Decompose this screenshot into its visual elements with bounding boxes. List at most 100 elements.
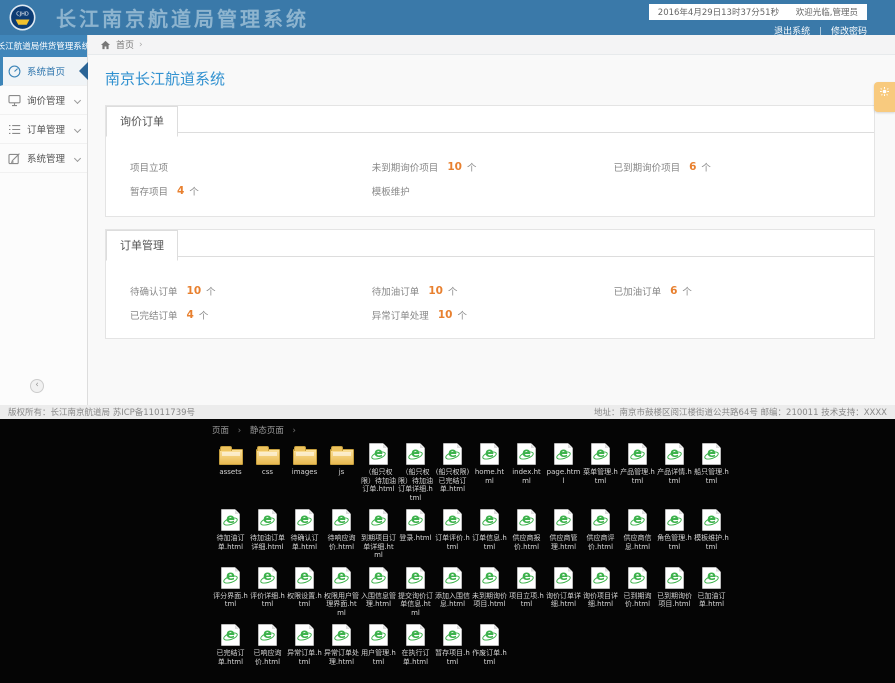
stat-item[interactable]: 未到期询价项目 10 个 (372, 155, 614, 179)
stat-item[interactable]: 异常订单处理 10 个 (372, 303, 614, 327)
file-name: 产品详情.html (657, 468, 692, 485)
file-item[interactable]: e 权限设置.html (286, 567, 323, 618)
file-item[interactable]: e 角色管理.html (656, 509, 693, 560)
file-name: assets (219, 468, 241, 477)
file-item[interactable]: e 供应商评价.html (582, 509, 619, 560)
stat-item[interactable]: 待确认订单 10 个 (130, 279, 372, 303)
file-item[interactable]: e 待加油订单.html (212, 509, 249, 560)
file-item[interactable]: e home.html (471, 443, 508, 502)
stat-item[interactable]: 待加油订单 10 个 (372, 279, 614, 303)
theme-settings-tab[interactable] (874, 82, 895, 112)
file-name: index.html (509, 468, 544, 485)
file-item[interactable]: e 项目立项.html (508, 567, 545, 618)
file-item[interactable]: e 已到期询价.html (619, 567, 656, 618)
file-name: 已到期询价.html (620, 592, 655, 609)
file-item[interactable]: e （船只权限）待加油订单.html (360, 443, 397, 502)
file-item[interactable]: e (船只权限)已完结订单.html (434, 443, 471, 502)
file-name: 询价订单详细.html (546, 592, 581, 609)
file-name: 提交询价订单信息.html (398, 592, 433, 618)
file-item[interactable]: e 待加油订单详细.html (249, 509, 286, 560)
file-crumb-folder[interactable]: 静态页面 (250, 426, 284, 436)
file-item[interactable]: e 已加油订单.html (693, 567, 730, 618)
stat-count: 6 (689, 161, 696, 173)
sidebar-item-orders[interactable]: 订单管理 (0, 115, 87, 144)
file-item[interactable]: e 评分界面.html (212, 567, 249, 618)
file-item[interactable]: e 待确认订单.html (286, 509, 323, 560)
file-item[interactable]: e 产品管理.html (619, 443, 656, 502)
html-file-icon: e (554, 443, 573, 465)
html-file-icon: e (258, 567, 277, 589)
gear-icon (880, 87, 889, 96)
file-item[interactable]: e 询价项目详细.html (582, 567, 619, 618)
stat-label: 待加油订单 (372, 284, 420, 298)
stat-label: 暂存项目 (130, 184, 168, 198)
file-item[interactable]: e 添加入围信息.html (434, 567, 471, 618)
sidebar-item-home[interactable]: 系统首页 (0, 57, 87, 86)
file-item[interactable]: e 评价详细.html (249, 567, 286, 618)
file-item[interactable]: e 已到期询价项目.html (656, 567, 693, 618)
bureau-logo-icon: CJHD (9, 4, 36, 31)
tab-order-management[interactable]: 订单管理 (106, 230, 178, 261)
file-item[interactable]: e 登录.html (397, 509, 434, 560)
file-item[interactable]: e 询价订单详细.html (545, 567, 582, 618)
file-item[interactable]: e 到期项目订单详细.html (360, 509, 397, 560)
stat-item[interactable]: 项目立项 (130, 155, 372, 179)
sidebar-collapse-button[interactable]: ‹ (30, 379, 44, 393)
stat-unit: 个 (457, 308, 467, 322)
stat-item[interactable]: 已到期询价项目 6 个 (614, 155, 856, 179)
file-name: 订单评价.html (435, 534, 470, 551)
stat-item[interactable]: 模板维护 (372, 179, 614, 203)
file-item[interactable]: e 订单信息.html (471, 509, 508, 560)
file-item[interactable]: e 已响应询价.html (249, 624, 286, 666)
file-item[interactable]: assets (212, 443, 249, 502)
breadcrumb-home[interactable]: 首页 (116, 38, 134, 51)
file-item[interactable]: e 供应商报价.html (508, 509, 545, 560)
file-item[interactable]: e 模板维护.html (693, 509, 730, 560)
file-item[interactable]: e 提交询价订单信息.html (397, 567, 434, 618)
file-item[interactable]: e 已完结订单.html (212, 624, 249, 666)
file-item[interactable]: e 用户管理.html (360, 624, 397, 666)
stat-item[interactable]: 已加油订单 6 个 (614, 279, 856, 303)
file-item[interactable]: e 在执行订单.html (397, 624, 434, 666)
file-name: 已到期询价项目.html (657, 592, 692, 609)
file-item[interactable]: e 入围信息管理.html (360, 567, 397, 618)
file-item[interactable]: e index.html (508, 443, 545, 502)
file-item[interactable]: e 产品详情.html (656, 443, 693, 502)
file-crumb-separator: › (293, 426, 296, 436)
sidebar-item-system[interactable]: 系统管理 (0, 144, 87, 173)
file-item[interactable]: e 菜单管理.html (582, 443, 619, 502)
file-item[interactable]: js (323, 443, 360, 502)
file-item[interactable]: e 待响应询价.html (323, 509, 360, 560)
tab-inquiry-orders[interactable]: 询价订单 (106, 106, 178, 137)
html-file-icon: e (443, 443, 462, 465)
file-item[interactable]: css (249, 443, 286, 502)
file-item[interactable]: e 暂存项目.html (434, 624, 471, 666)
file-crumb-root[interactable]: 页面 (212, 426, 229, 436)
list-icon (8, 123, 21, 136)
file-item[interactable]: e 船只管理.html (693, 443, 730, 502)
file-item[interactable]: e page.html (545, 443, 582, 502)
file-item[interactable]: e 作废订单.html (471, 624, 508, 666)
stat-unit: 个 (448, 284, 458, 298)
top-header: CJHD 长江南京航道局管理系统 2016年4月29日13时37分51秒 欢迎光… (0, 0, 895, 35)
stat-item[interactable]: 已完结订单 4 个 (130, 303, 372, 327)
file-item[interactable]: e 异常订单.html (286, 624, 323, 666)
stat-label: 模板维护 (372, 184, 410, 198)
html-file-icon: e (406, 567, 425, 589)
file-item[interactable]: e 供应商管理.html (545, 509, 582, 560)
html-file-icon: e (702, 443, 721, 465)
file-name: 菜单管理.html (583, 468, 618, 485)
file-item[interactable]: e （船只权限）待加油订单详细.html (397, 443, 434, 502)
file-item[interactable]: e 订单评价.html (434, 509, 471, 560)
file-name: 入围信息管理.html (361, 592, 396, 609)
stat-item[interactable]: 暂存项目 4 个 (130, 179, 372, 203)
stat-label: 异常订单处理 (372, 308, 429, 322)
sidebar-item-inquiry[interactable]: 询价管理 (0, 86, 87, 115)
file-item[interactable]: e 异常订单处理.html (323, 624, 360, 666)
file-item[interactable]: images (286, 443, 323, 502)
html-file-icon: e (369, 624, 388, 646)
file-item[interactable]: e 未到期询价项目.html (471, 567, 508, 618)
html-file-icon: e (443, 509, 462, 531)
file-item[interactable]: e 权限用户管理界面.html (323, 567, 360, 618)
file-item[interactable]: e 供应商信息.html (619, 509, 656, 560)
